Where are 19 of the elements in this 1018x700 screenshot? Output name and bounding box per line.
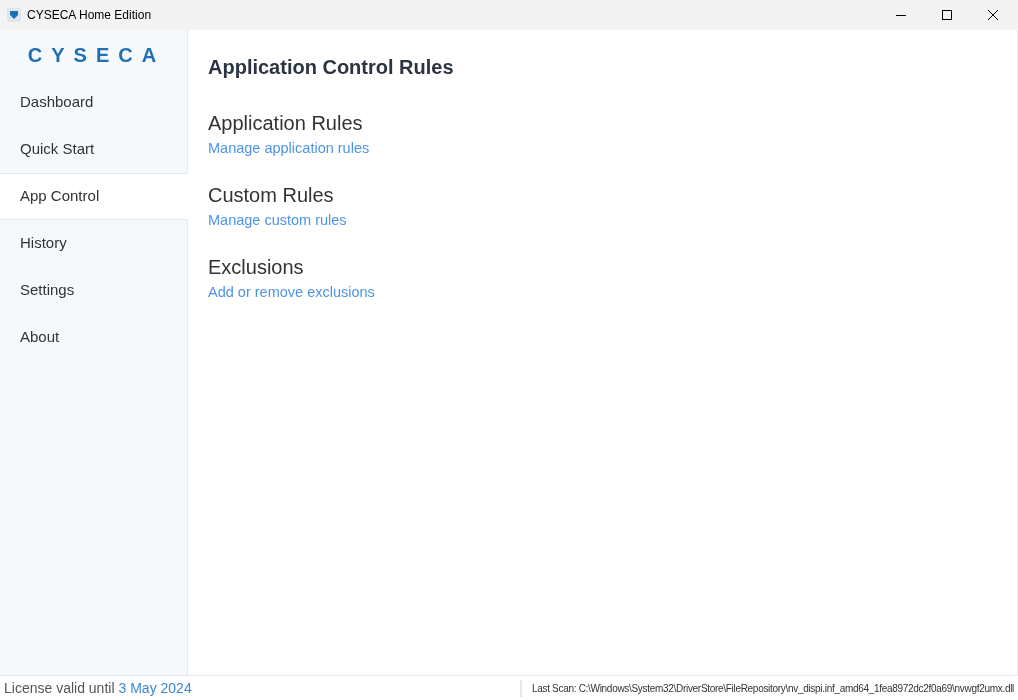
close-icon	[988, 10, 998, 20]
sidebar-item[interactable]: About	[0, 314, 187, 361]
sidebar-item[interactable]: History	[0, 220, 187, 267]
sidebar-item[interactable]: App Control	[0, 173, 188, 220]
section-heading: Application Rules	[208, 111, 364, 136]
window-title: CYSECA Home Edition	[27, 7, 152, 24]
sidebar-item[interactable]: Settings	[0, 267, 187, 314]
license-date: 3 May 2024	[117, 678, 192, 698]
last-scan-path: Last Scan: C:\Windows\System32\DriverStore\FileRepository\nv_dispi.inf_amd64_1fea8972dc2f0a69\nvwgf2umx.dll	[531, 681, 1014, 696]
license-label: License valid until	[3, 678, 115, 698]
page-title: Application Control Rules	[208, 55, 455, 80]
minimize-icon	[896, 14, 906, 16]
shield-icon	[7, 8, 21, 22]
logo: CYSECA	[26, 42, 166, 68]
sidebar-item[interactable]: Dashboard	[0, 79, 187, 126]
sidebar-item[interactable]: Quick Start	[0, 126, 187, 173]
section-heading: Custom Rules	[208, 183, 335, 208]
section-heading: Exclusions	[208, 255, 305, 280]
maximize-icon	[942, 10, 952, 20]
